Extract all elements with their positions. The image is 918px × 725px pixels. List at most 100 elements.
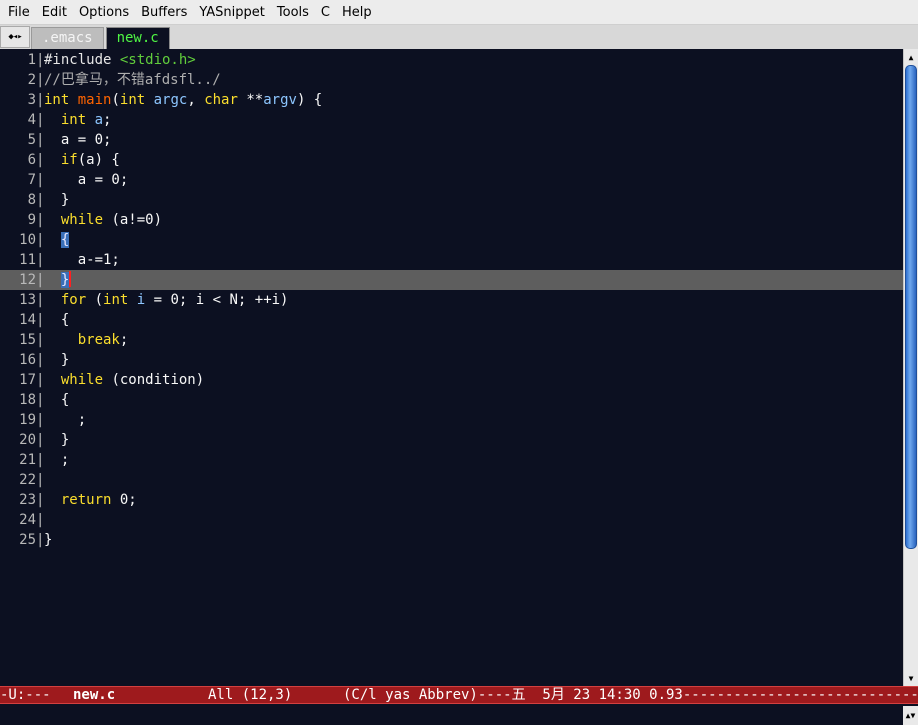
tab-emacs[interactable]: .emacs xyxy=(31,27,104,49)
token: = 0; i < N; ++i) xyxy=(145,292,289,308)
line-number: 10 xyxy=(19,232,36,248)
code-line[interactable]: 9 | while (a!=0) xyxy=(0,210,903,230)
code-line[interactable]: 15 | break; xyxy=(0,330,903,350)
line-number: 22 xyxy=(19,472,36,488)
token-brk-cur: } xyxy=(60,272,70,288)
token: { xyxy=(44,392,70,408)
line-number-separator: | xyxy=(36,512,45,528)
code-text[interactable]: } xyxy=(44,270,72,290)
code-line[interactable]: 1 | #include <stdio.h> xyxy=(0,50,903,70)
code-text[interactable]: } xyxy=(44,190,69,210)
code-text[interactable]: a = 0; xyxy=(44,170,129,190)
code-text[interactable]: while (a!=0) xyxy=(44,210,162,230)
menu-c[interactable]: C xyxy=(315,0,336,25)
line-number: 25 xyxy=(19,532,36,548)
menu-file[interactable]: File xyxy=(2,0,36,25)
token-kw: if xyxy=(60,152,78,168)
code-text[interactable]: { xyxy=(44,310,69,330)
code-text[interactable]: } xyxy=(44,430,69,450)
line-number-separator: | xyxy=(36,492,45,508)
line-number: 15 xyxy=(19,332,36,348)
code-line[interactable]: 24 | xyxy=(0,510,903,530)
menu-edit[interactable]: Edit xyxy=(36,0,73,25)
line-number-separator: | xyxy=(36,172,45,188)
echo-scroll-arrows-icon[interactable]: ▲▼ xyxy=(903,706,918,725)
tab-scroll-arrows-icon[interactable]: ◆◂▸ xyxy=(0,26,30,48)
code-line[interactable]: 10 | { xyxy=(0,230,903,250)
line-number-separator: | xyxy=(36,92,45,108)
menu-options[interactable]: Options xyxy=(73,0,135,25)
line-number-separator: | xyxy=(36,72,45,88)
code-line[interactable]: 12 | } xyxy=(0,270,903,290)
code-line[interactable]: 23 | return 0; xyxy=(0,490,903,510)
line-number: 9 xyxy=(27,212,36,228)
code-text[interactable]: //巴拿马，不错afdsfl../ xyxy=(44,70,221,90)
menu-buffers[interactable]: Buffers xyxy=(135,0,193,25)
code-line[interactable]: 13 | for (int i = 0; i < N; ++i) xyxy=(0,290,903,310)
menu-tools[interactable]: Tools xyxy=(271,0,315,25)
scroll-up-icon[interactable]: ▲ xyxy=(904,50,918,64)
code-text[interactable]: { xyxy=(44,230,70,250)
line-number-separator: | xyxy=(36,432,45,448)
code-line[interactable]: 2 |//巴拿马，不错afdsfl../ xyxy=(0,70,903,90)
menu-yasnippet[interactable]: YASnippet xyxy=(193,0,271,25)
code-line[interactable]: 17 | while (condition) xyxy=(0,370,903,390)
modeline-status: -U:--- xyxy=(0,687,51,703)
line-number: 14 xyxy=(19,312,36,328)
modeline-buffer-name: new.c xyxy=(73,687,116,703)
code-line[interactable]: 6 | if(a) { xyxy=(0,150,903,170)
code-text[interactable]: { xyxy=(44,390,69,410)
code-text[interactable]: ; xyxy=(44,410,86,430)
line-number-separator: | xyxy=(36,312,45,328)
code-line[interactable]: 25 |} xyxy=(0,530,903,550)
code-line[interactable]: 3 | int main(int argc, char **argv) { xyxy=(0,90,903,110)
code-text[interactable]: } xyxy=(44,350,69,370)
code-text[interactable]: int main(int argc, char **argv) { xyxy=(44,90,322,110)
code-text[interactable]: while (condition) xyxy=(44,370,204,390)
code-text[interactable]: a = 0; xyxy=(44,130,112,150)
code-line[interactable]: 21 | ; xyxy=(0,450,903,470)
code-text[interactable]: for (int i = 0; i < N; ++i) xyxy=(44,290,289,310)
code-text[interactable]: return 0; xyxy=(44,490,137,510)
code-line[interactable]: 16 | } xyxy=(0,350,903,370)
code-text[interactable]: ; xyxy=(44,450,69,470)
token: ( xyxy=(86,292,104,308)
modeline-modes: (C/l yas Abbrev)----五 5月 23 14:30 0.93--… xyxy=(343,687,918,703)
code-text[interactable]: a-=1; xyxy=(44,250,120,270)
code-line[interactable]: 19 | ; xyxy=(0,410,903,430)
code-line[interactable]: 11 | a-=1; xyxy=(0,250,903,270)
line-number: 1 xyxy=(27,52,36,68)
token: } xyxy=(44,432,70,448)
code-line[interactable]: 8 | } xyxy=(0,190,903,210)
token: 0; xyxy=(111,492,137,508)
code-line[interactable]: 20 | } xyxy=(0,430,903,450)
mode-line: -U:--- new.c All (12,3) (C/l yas Abbrev)… xyxy=(0,686,918,704)
code-line[interactable]: 18 | { xyxy=(0,390,903,410)
code-text[interactable]: if(a) { xyxy=(44,150,120,170)
editor-buffer[interactable]: 1 | #include <stdio.h> 2 |//巴拿马，不错afdsfl../3… xyxy=(0,49,903,686)
line-number: 13 xyxy=(19,292,36,308)
code-text[interactable]: } xyxy=(44,530,52,550)
code-line[interactable]: 22 | xyxy=(0,470,903,490)
echo-area[interactable]: ▲▼ xyxy=(0,704,918,725)
code-line[interactable]: 4 | int a; xyxy=(0,110,903,130)
code-text[interactable]: #include <stdio.h> xyxy=(44,50,196,70)
scrollbar-thumb[interactable] xyxy=(905,65,917,549)
tab-new-c[interactable]: new.c xyxy=(105,27,170,49)
code-text[interactable]: int a; xyxy=(44,110,112,130)
line-number-separator: | xyxy=(36,332,45,348)
menu-help[interactable]: Help xyxy=(336,0,378,25)
code-line[interactable]: 7 | a = 0; xyxy=(0,170,903,190)
code-line[interactable]: 14 | { xyxy=(0,310,903,330)
vertical-scrollbar[interactable]: ▲ ▼ xyxy=(903,49,918,686)
code-text[interactable]: break; xyxy=(44,330,129,350)
code-line[interactable]: 5 | a = 0; xyxy=(0,130,903,150)
token: ) { xyxy=(296,92,323,108)
line-number-separator: | xyxy=(36,392,45,408)
token: (a) { xyxy=(77,152,120,168)
token-str: <stdio.h> xyxy=(119,52,196,68)
scroll-down-icon[interactable]: ▼ xyxy=(904,671,918,685)
